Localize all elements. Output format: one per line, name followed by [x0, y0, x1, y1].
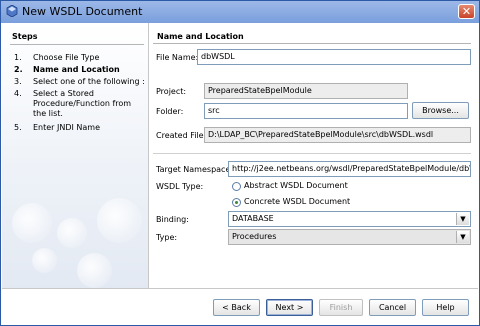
- decor-bubble: [77, 253, 112, 288]
- title-bar[interactable]: New WSDL Document ✕: [1, 1, 479, 23]
- decor-bubble: [97, 198, 142, 243]
- section-title: Name and Location: [157, 32, 244, 41]
- browse-button[interactable]: Browse...: [412, 102, 469, 119]
- type-value: Procedures: [232, 232, 277, 241]
- step-number: 1.: [14, 53, 22, 62]
- help-button[interactable]: Help: [422, 299, 469, 316]
- back-button[interactable]: < Back: [213, 299, 260, 316]
- steps-divider: [10, 44, 144, 45]
- target-namespace-label: Target Namespace:: [156, 165, 234, 174]
- close-button[interactable]: ✕: [458, 4, 475, 19]
- netbeans-icon: [6, 5, 18, 17]
- next-button[interactable]: Next >: [266, 299, 313, 316]
- step-label: Select one of the following :: [33, 77, 145, 86]
- concrete-wsdl-label[interactable]: Concrete WSDL Document: [244, 197, 350, 206]
- decor-bubble: [32, 248, 57, 273]
- file-name-label: File Name:: [156, 53, 199, 62]
- file-name-input[interactable]: dbWSDL: [197, 49, 471, 65]
- folder-input[interactable]: src: [204, 103, 408, 119]
- step-number: 2.: [14, 65, 23, 74]
- panel-divider: [148, 23, 149, 288]
- finish-button[interactable]: Finish: [319, 299, 363, 316]
- step-number: 5.: [14, 123, 22, 132]
- step-number: 3.: [14, 77, 22, 86]
- step-label: Choose File Type: [33, 53, 100, 62]
- steps-title: Steps: [12, 32, 38, 41]
- wsdl-type-label: WSDL Type:: [156, 182, 204, 191]
- binding-label: Binding:: [156, 215, 189, 224]
- button-bar-divider: [2, 288, 478, 289]
- binding-value: DATABASE: [232, 214, 274, 223]
- decor-bubble: [57, 218, 87, 248]
- created-file-field: D:\LDAP_BC\PreparedStateBpelModule\src\d…: [204, 127, 471, 143]
- step-label: Enter JNDI Name: [33, 123, 101, 132]
- type-select[interactable]: Procedures ▼: [228, 229, 471, 245]
- abstract-wsdl-label[interactable]: Abstract WSDL Document: [244, 181, 348, 190]
- step-label: Select a Stored Procedure/Function from …: [33, 89, 132, 118]
- step-number: 4.: [14, 89, 22, 98]
- abstract-wsdl-radio[interactable]: [232, 182, 241, 191]
- type-label: Type:: [156, 233, 178, 242]
- cancel-button[interactable]: Cancel: [369, 299, 416, 316]
- close-icon: ✕: [461, 5, 472, 18]
- binding-select[interactable]: DATABASE ▼: [228, 211, 471, 227]
- window-title: New WSDL Document: [22, 5, 143, 18]
- decor-bubble: [12, 203, 52, 243]
- step-label: Name and Location: [33, 65, 120, 74]
- concrete-wsdl-radio[interactable]: [232, 198, 241, 207]
- chevron-down-icon[interactable]: ▼: [456, 231, 469, 243]
- created-file-label: Created File:: [156, 131, 207, 140]
- project-label: Project:: [156, 87, 187, 96]
- target-namespace-input[interactable]: http://j2ee.netbeans.org/wsdl/PreparedSt…: [228, 161, 471, 177]
- chevron-down-icon[interactable]: ▼: [456, 213, 469, 225]
- section-divider: [153, 43, 471, 44]
- steps-panel: Steps 1. Choose File Type 2. Name and Lo…: [2, 23, 148, 288]
- dialog-window: New WSDL Document ✕ Steps 1. Choose File…: [0, 0, 480, 326]
- project-field: PreparedStateBpelModule: [204, 83, 408, 99]
- folder-label: Folder:: [156, 107, 184, 116]
- form-divider: [153, 153, 471, 154]
